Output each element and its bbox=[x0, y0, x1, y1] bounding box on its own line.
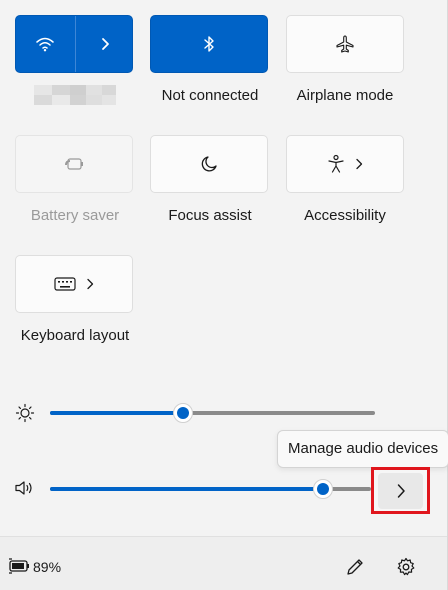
quick-settings-footer: 89% bbox=[0, 536, 447, 590]
manage-audio-devices-tooltip: Manage audio devices bbox=[277, 430, 448, 468]
chevron-right-icon bbox=[102, 38, 109, 50]
bluetooth-tile[interactable] bbox=[150, 15, 268, 73]
airplane-icon bbox=[336, 35, 354, 53]
bluetooth-label: Not connected bbox=[161, 87, 259, 104]
brightness-icon bbox=[15, 403, 35, 423]
pencil-icon[interactable] bbox=[345, 557, 365, 577]
airplane-mode-label: Airplane mode bbox=[296, 87, 394, 104]
wifi-network-name-blurred bbox=[34, 85, 116, 105]
keyboard-layout-tile[interactable] bbox=[15, 255, 133, 313]
gear-icon[interactable] bbox=[396, 557, 416, 577]
focus-assist-tile[interactable] bbox=[150, 135, 268, 193]
chevron-right-icon bbox=[356, 158, 363, 170]
battery-saver-tile[interactable] bbox=[15, 135, 133, 193]
brightness-slider[interactable] bbox=[50, 411, 375, 415]
volume-slider-fill bbox=[50, 487, 323, 491]
wifi-toggle-button[interactable] bbox=[16, 16, 74, 72]
chevron-right-icon bbox=[87, 278, 94, 290]
battery-saver-icon bbox=[65, 158, 83, 170]
accessibility-icon bbox=[328, 154, 344, 173]
quick-settings-panel: Not connected Airplane mode Battery save… bbox=[0, 0, 448, 590]
accessibility-label: Accessibility bbox=[304, 207, 386, 224]
wifi-icon bbox=[36, 37, 54, 52]
wifi-tile[interactable] bbox=[15, 15, 133, 73]
bluetooth-icon bbox=[204, 36, 214, 52]
battery-charging-icon bbox=[9, 558, 29, 574]
moon-icon bbox=[201, 156, 217, 172]
focus-assist-label: Focus assist bbox=[168, 207, 252, 224]
airplane-mode-tile[interactable] bbox=[286, 15, 404, 73]
wifi-expand-button[interactable] bbox=[76, 16, 134, 72]
brightness-slider-fill bbox=[50, 411, 183, 415]
manage-audio-devices-highlight bbox=[371, 467, 430, 514]
keyboard-icon bbox=[54, 277, 76, 291]
battery-percentage[interactable]: 89% bbox=[33, 559, 61, 575]
brightness-slider-thumb[interactable] bbox=[173, 403, 193, 423]
manage-audio-devices-button[interactable] bbox=[378, 472, 423, 509]
accessibility-tile[interactable] bbox=[286, 135, 404, 193]
speaker-icon[interactable] bbox=[14, 479, 36, 497]
volume-slider-thumb[interactable] bbox=[313, 479, 333, 499]
battery-saver-label: Battery saver bbox=[30, 207, 120, 224]
chevron-right-icon bbox=[397, 483, 405, 498]
keyboard-layout-label: Keyboard layout bbox=[20, 327, 130, 344]
